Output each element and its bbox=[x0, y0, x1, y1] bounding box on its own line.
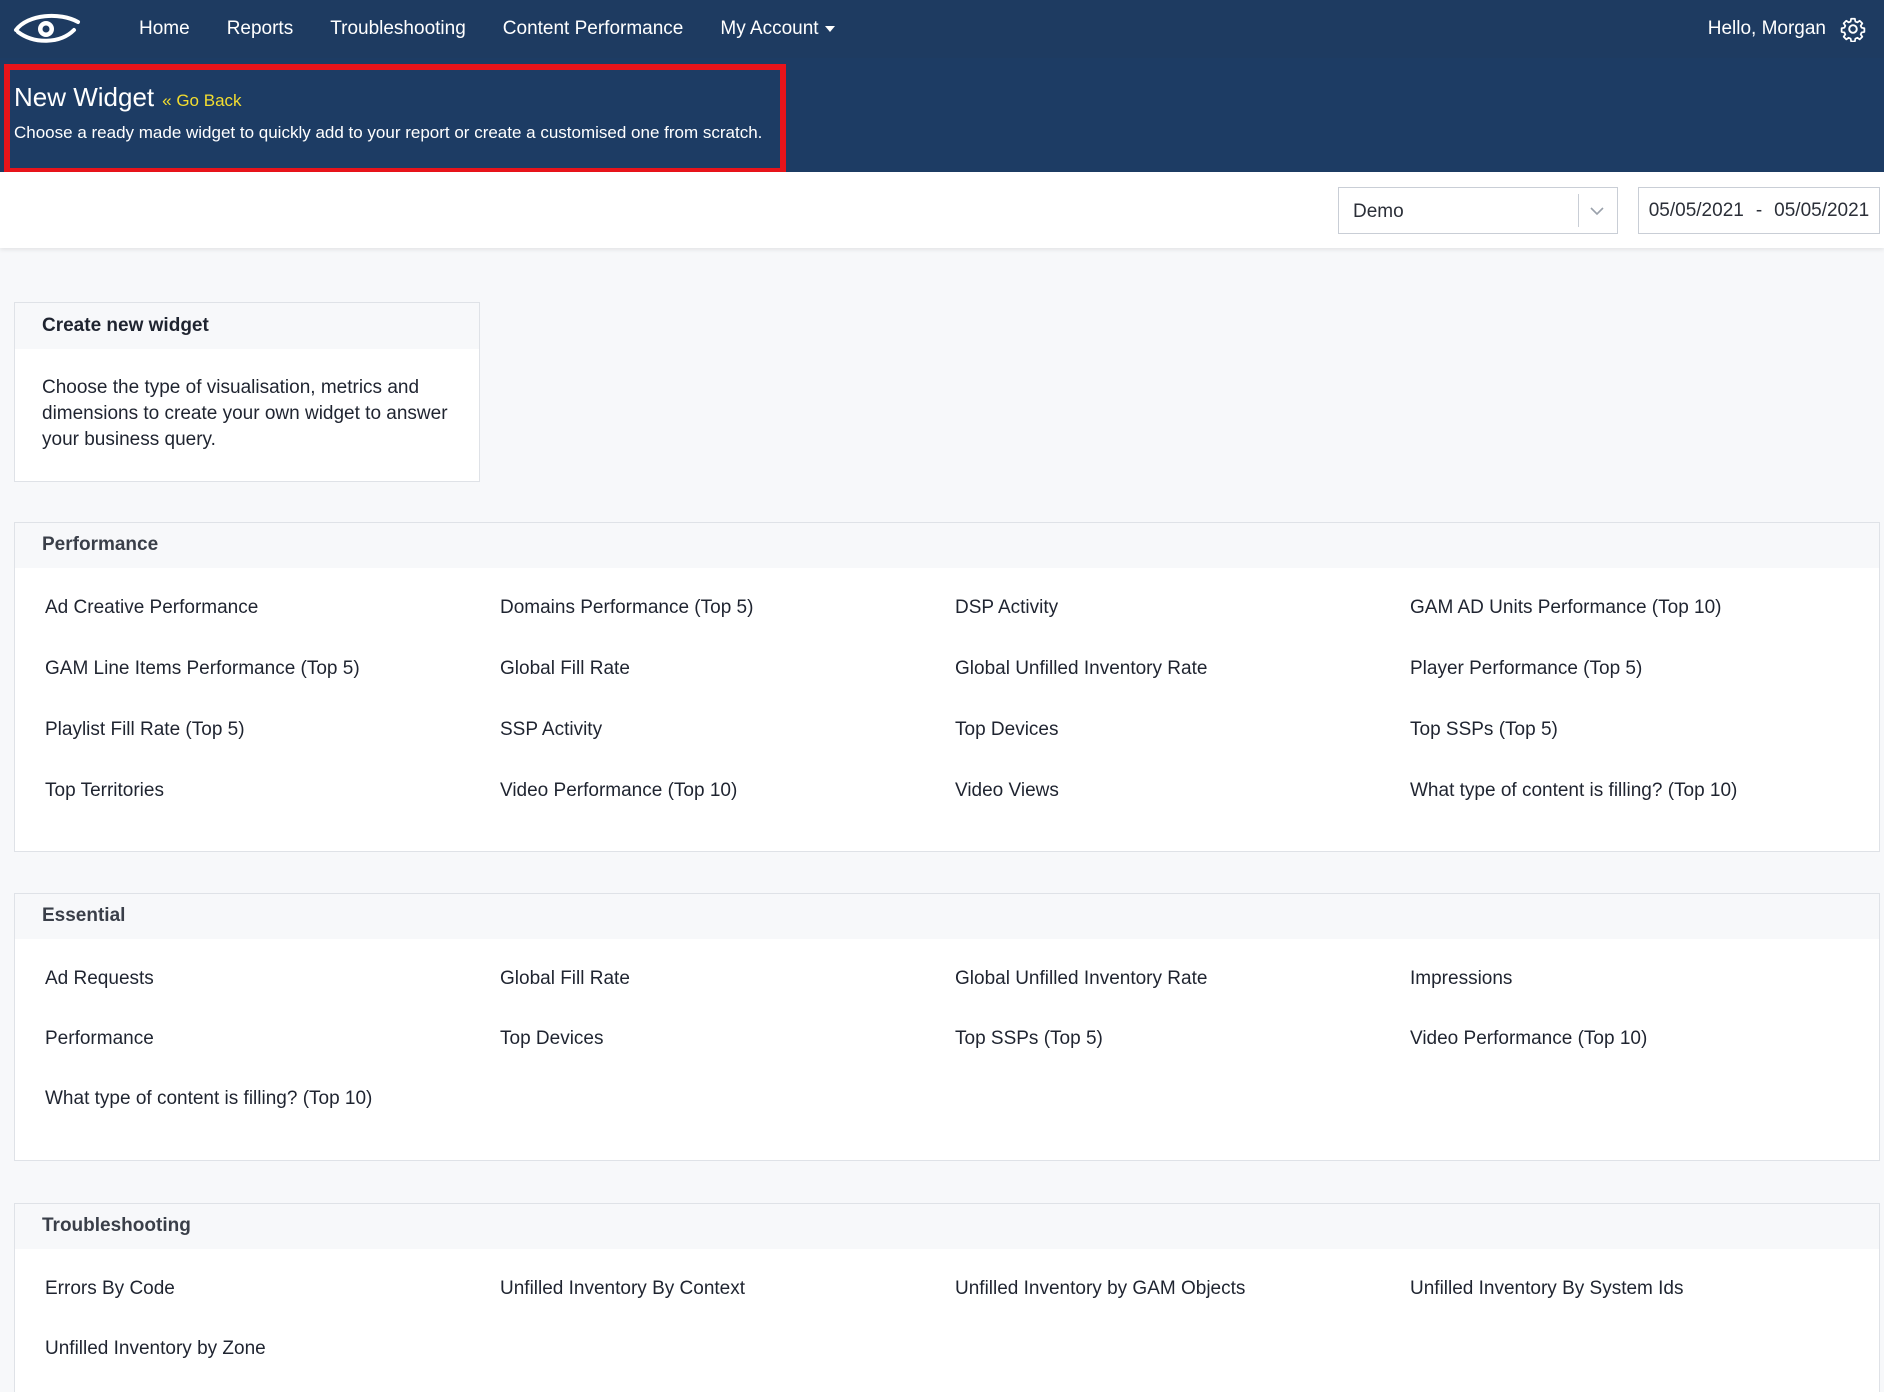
widget-item[interactable]: Unfilled Inventory by Zone bbox=[45, 1334, 500, 1392]
eye-logo-icon[interactable] bbox=[12, 8, 82, 48]
chevron-down-icon bbox=[1590, 207, 1604, 216]
widget-item[interactable]: Top SSPs (Top 5) bbox=[955, 1024, 1410, 1084]
widget-item[interactable]: Top Territories bbox=[45, 776, 500, 837]
widget-grid: Ad Requests Global Fill Rate Global Unfi… bbox=[15, 939, 1879, 1144]
widget-item[interactable]: Global Unfilled Inventory Rate bbox=[955, 964, 1410, 1024]
widget-item[interactable]: GAM AD Units Performance (Top 10) bbox=[1410, 593, 1865, 654]
account-select-value: Demo bbox=[1353, 201, 1404, 222]
widget-item[interactable]: Errors By Code bbox=[45, 1274, 500, 1334]
section-performance: Performance Ad Creative Performance Doma… bbox=[14, 522, 1880, 852]
section-essential: Essential Ad Requests Global Fill Rate G… bbox=[14, 893, 1880, 1161]
widget-item[interactable]: Top Devices bbox=[955, 715, 1410, 776]
highlight-annotation bbox=[4, 64, 786, 174]
widget-item[interactable]: Player Performance (Top 5) bbox=[1410, 654, 1865, 715]
page-subtitle: Choose a ready made widget to quickly ad… bbox=[14, 123, 763, 142]
create-new-widget-card[interactable]: Create new widget Choose the type of vis… bbox=[14, 302, 480, 482]
section-title: Performance bbox=[15, 523, 1879, 568]
widget-item[interactable]: Performance bbox=[45, 1024, 500, 1084]
widget-item[interactable]: Playlist Fill Rate (Top 5) bbox=[45, 715, 500, 776]
widget-item[interactable]: What type of content is filling? (Top 10… bbox=[45, 1084, 500, 1144]
date-start: 05/05/2021 bbox=[1648, 199, 1744, 221]
widget-item[interactable]: What type of content is filling? (Top 10… bbox=[1410, 776, 1865, 837]
widget-item[interactable]: Unfilled Inventory By Context bbox=[500, 1274, 955, 1334]
nav-home[interactable]: Home bbox=[139, 18, 190, 40]
user-greeting: Hello, Morgan bbox=[1707, 18, 1826, 39]
widget-item[interactable]: Video Views bbox=[955, 776, 1410, 837]
widget-item[interactable]: Global Unfilled Inventory Rate bbox=[955, 654, 1410, 715]
widget-item[interactable]: Top SSPs (Top 5) bbox=[1410, 715, 1865, 776]
date-range-picker[interactable]: 05/05/2021 - 05/05/2021 bbox=[1638, 187, 1880, 234]
create-card-description: Choose the type of visualisation, metric… bbox=[42, 377, 448, 450]
user-area: Hello, Morgan bbox=[1708, 0, 1866, 58]
top-nav: Home Reports Troubleshooting Content Per… bbox=[0, 0, 1884, 58]
nav-my-account-label: My Account bbox=[720, 18, 819, 39]
nav-content-performance[interactable]: Content Performance bbox=[503, 18, 684, 40]
caret-down-icon bbox=[824, 26, 835, 32]
widget-item[interactable]: DSP Activity bbox=[955, 593, 1410, 654]
date-separator: - bbox=[1755, 199, 1763, 221]
widget-item[interactable]: Global Fill Rate bbox=[500, 654, 955, 715]
nav-menu: Home Reports Troubleshooting Content Per… bbox=[139, 0, 872, 58]
widget-grid: Ad Creative Performance Domains Performa… bbox=[15, 568, 1879, 837]
create-card-title: Create new widget bbox=[15, 303, 479, 349]
widget-item[interactable]: Video Performance (Top 10) bbox=[1410, 1024, 1865, 1084]
widget-item[interactable]: Unfilled Inventory by GAM Objects bbox=[955, 1274, 1410, 1334]
section-title: Essential bbox=[15, 894, 1879, 939]
widget-item[interactable]: Ad Creative Performance bbox=[45, 593, 500, 654]
widget-item[interactable]: SSP Activity bbox=[500, 715, 955, 776]
nav-reports[interactable]: Reports bbox=[227, 18, 294, 40]
widget-item[interactable]: Video Performance (Top 10) bbox=[500, 776, 955, 837]
page-title-row: New Widget « Go Back bbox=[14, 82, 242, 113]
widget-item[interactable]: GAM Line Items Performance (Top 5) bbox=[45, 654, 500, 715]
gear-icon[interactable] bbox=[1840, 16, 1866, 42]
widget-item[interactable]: Top Devices bbox=[500, 1024, 955, 1084]
widget-grid: Errors By Code Unfilled Inventory By Con… bbox=[15, 1249, 1879, 1392]
section-title: Troubleshooting bbox=[15, 1204, 1879, 1249]
widget-item[interactable]: Domains Performance (Top 5) bbox=[500, 593, 955, 654]
date-end: 05/05/2021 bbox=[1774, 199, 1870, 221]
nav-my-account-dropdown[interactable]: My Account bbox=[720, 18, 835, 40]
nav-troubleshooting[interactable]: Troubleshooting bbox=[330, 18, 466, 40]
select-divider bbox=[1578, 194, 1579, 227]
widget-item[interactable]: Impressions bbox=[1410, 964, 1865, 1024]
go-back-link[interactable]: « Go Back bbox=[162, 91, 241, 111]
widget-item[interactable]: Global Fill Rate bbox=[500, 964, 955, 1024]
section-troubleshooting: Troubleshooting Errors By Code Unfilled … bbox=[14, 1203, 1880, 1392]
account-select[interactable]: Demo bbox=[1338, 187, 1618, 234]
widget-item[interactable]: Ad Requests bbox=[45, 964, 500, 1024]
widget-item[interactable]: Unfilled Inventory By System Ids bbox=[1410, 1274, 1865, 1334]
page-title: New Widget bbox=[14, 82, 155, 112]
